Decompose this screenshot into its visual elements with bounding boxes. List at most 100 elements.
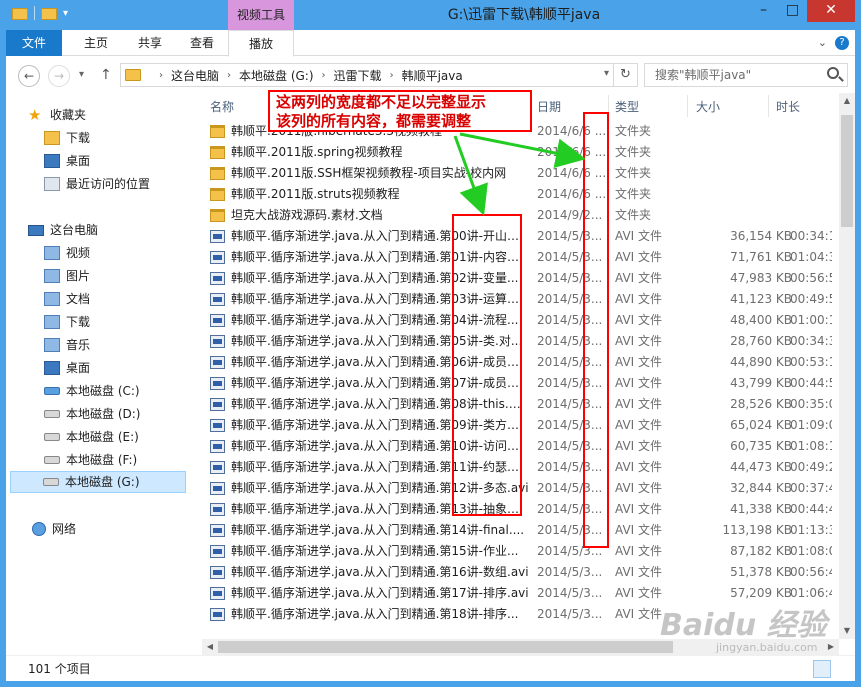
search-input[interactable]: 搜索"韩顺平java" bbox=[644, 63, 848, 87]
nav-this-pc[interactable]: 这台电脑 bbox=[28, 219, 98, 241]
nav-item-drive-g[interactable]: 本地磁盘 (G:) bbox=[10, 471, 186, 493]
breadcrumb-thunder-downloads[interactable]: 迅雷下载 bbox=[334, 67, 382, 84]
close-button[interactable]: ✕ bbox=[807, 0, 855, 22]
scroll-up-icon[interactable]: ▲ bbox=[839, 93, 855, 109]
refresh-button[interactable]: ↻ bbox=[613, 64, 637, 86]
nav-item-pictures[interactable]: 图片 bbox=[44, 265, 90, 287]
tab-home[interactable]: 主页 bbox=[70, 30, 122, 56]
breadcrumb-this-pc[interactable]: 这台电脑 bbox=[171, 67, 219, 84]
nav-item-downloads-pc[interactable]: 下载 bbox=[44, 311, 90, 333]
cell-length: 00:49:54 bbox=[790, 292, 832, 306]
chevron-right-icon[interactable]: › bbox=[159, 70, 163, 81]
nav-item-music[interactable]: 音乐 bbox=[44, 334, 90, 356]
cell-length: 00:44:53 bbox=[790, 376, 832, 390]
nav-label: 桌面 bbox=[66, 361, 91, 375]
forward-button[interactable]: → bbox=[48, 65, 70, 87]
desktop-icon bbox=[44, 154, 60, 168]
up-button[interactable]: ↑ bbox=[100, 67, 112, 83]
scroll-left-icon[interactable]: ◀ bbox=[202, 639, 218, 655]
tab-share[interactable]: 共享 bbox=[124, 30, 176, 56]
table-row[interactable]: 韩顺平.循序渐进学.java.从入门到精通.第15讲-作业... 2014/5/3… bbox=[202, 541, 832, 562]
cell-size: 48,400 KB bbox=[730, 313, 792, 327]
chevron-right-icon[interactable]: › bbox=[390, 70, 394, 81]
nav-item-drive-f[interactable]: 本地磁盘 (F:) bbox=[44, 449, 137, 471]
cell-type: AVI 文件 bbox=[615, 502, 663, 516]
table-row[interactable]: 韩顺平.2011版.struts视频教程 2014/6/6 ... 文件夹 bbox=[202, 184, 832, 205]
nav-network[interactable]: 网络 bbox=[32, 518, 76, 540]
drive-icon bbox=[44, 456, 60, 464]
drive-icon bbox=[44, 410, 60, 418]
drive-icon bbox=[44, 433, 60, 441]
ribbon-tabs: 文件 主页 共享 查看 播放 ⌄ ? bbox=[6, 30, 855, 57]
file-name: 坦克大战游戏源码.素材.文档 bbox=[231, 208, 383, 222]
navigation-pane: ★ 收藏夹 下载 桌面 最近访问的位置 这台电脑 视频 图片 文档 下载 音乐 … bbox=[6, 93, 189, 653]
folder-icon bbox=[210, 167, 225, 180]
cell-type: 文件夹 bbox=[615, 208, 652, 222]
nav-item-videos[interactable]: 视频 bbox=[44, 242, 90, 264]
maximize-button[interactable]: □ bbox=[778, 0, 807, 22]
breadcrumb-current-folder[interactable]: 韩顺平java bbox=[402, 67, 463, 84]
back-button[interactable]: ← bbox=[18, 65, 40, 87]
cell-length: 01:09:08 bbox=[790, 418, 832, 432]
expand-ribbon-icon[interactable]: ⌄ bbox=[818, 36, 827, 50]
nav-label: 本地磁盘 (D:) bbox=[66, 407, 141, 421]
cell-size: 44,890 KB bbox=[730, 355, 792, 369]
large-icons-view-icon[interactable] bbox=[833, 660, 851, 678]
minimize-button[interactable]: – bbox=[749, 0, 778, 22]
nav-item-recent-places[interactable]: 最近访问的位置 bbox=[44, 173, 150, 195]
nav-label: 本地磁盘 (C:) bbox=[66, 384, 140, 398]
cell-name: 韩顺平.循序渐进学.java.从入门到精通.第15讲-作业... bbox=[210, 541, 530, 562]
tab-view[interactable]: 查看 bbox=[176, 30, 228, 56]
table-row[interactable]: 韩顺平.循序渐进学.java.从入门到精通.第14讲-final.... 2014… bbox=[202, 520, 832, 541]
breadcrumb-drive-g[interactable]: 本地磁盘 (G:) bbox=[239, 67, 314, 84]
new-folder-icon[interactable] bbox=[41, 8, 57, 20]
tab-file[interactable]: 文件 bbox=[6, 30, 62, 56]
table-row[interactable]: 韩顺平.循序渐进学.java.从入门到精通.第16讲-数组.avi 2014/5/… bbox=[202, 562, 832, 583]
tab-play[interactable]: 播放 bbox=[228, 30, 294, 57]
chevron-right-icon[interactable]: › bbox=[227, 70, 231, 81]
nav-item-desktop[interactable]: 桌面 bbox=[44, 150, 90, 172]
nav-label: 文档 bbox=[66, 292, 91, 306]
column-divider[interactable] bbox=[768, 95, 769, 117]
cell-size: 41,338 KB bbox=[730, 502, 792, 516]
column-header-length[interactable]: 时长 bbox=[776, 93, 800, 121]
nav-item-downloads[interactable]: 下载 bbox=[44, 127, 90, 149]
nav-item-drive-d[interactable]: 本地磁盘 (D:) bbox=[44, 403, 140, 425]
cell-size: 43,799 KB bbox=[730, 376, 792, 390]
folder-icon bbox=[210, 146, 225, 159]
nav-item-drive-c[interactable]: 本地磁盘 (C:) bbox=[44, 380, 140, 402]
column-divider[interactable] bbox=[687, 95, 688, 117]
nav-item-desktop-pc[interactable]: 桌面 bbox=[44, 357, 90, 379]
quick-access-toolbar: ▾ bbox=[12, 6, 68, 20]
chevron-right-icon[interactable]: › bbox=[322, 70, 326, 81]
details-view-icon[interactable] bbox=[813, 660, 831, 678]
address-history-icon[interactable]: ▾ bbox=[604, 68, 609, 79]
column-header-size[interactable]: 大小 bbox=[696, 93, 720, 121]
nav-item-documents[interactable]: 文档 bbox=[44, 288, 90, 310]
video-file-icon bbox=[210, 587, 225, 600]
nav-favorites[interactable]: ★ 收藏夹 bbox=[28, 104, 86, 126]
file-name: 韩顺平.循序渐进学.java.从入门到精通.第15讲-作业... bbox=[231, 544, 519, 558]
customize-toolbar-icon[interactable]: ▾ bbox=[63, 8, 68, 19]
help-icon[interactable]: ? bbox=[835, 36, 849, 50]
search-icon[interactable] bbox=[827, 67, 839, 79]
address-bar[interactable]: › 这台电脑 › 本地磁盘 (G:) › 迅雷下载 › 韩顺平java ▾ ↻ bbox=[120, 63, 638, 87]
cell-name: 韩顺平.循序渐进学.java.从入门到精通.第17讲-排序.avi bbox=[210, 583, 530, 604]
column-header-type[interactable]: 类型 bbox=[615, 93, 639, 121]
scroll-down-icon[interactable]: ▼ bbox=[839, 623, 855, 639]
cell-type: AVI 文件 bbox=[615, 271, 663, 285]
nav-label: 这台电脑 bbox=[50, 223, 99, 237]
video-file-icon bbox=[210, 377, 225, 390]
scroll-thumb[interactable] bbox=[841, 115, 853, 227]
recent-locations-icon[interactable]: ▾ bbox=[79, 69, 84, 80]
folder-icon bbox=[210, 209, 225, 222]
nav-item-drive-e[interactable]: 本地磁盘 (E:) bbox=[44, 426, 139, 448]
table-row[interactable]: 韩顺平.2011版.SSH框架视频教程-项目实战-校内网 2014/6/6 ...… bbox=[202, 163, 832, 184]
column-header-name[interactable]: 名称 bbox=[210, 93, 234, 121]
video-file-icon bbox=[210, 440, 225, 453]
table-row[interactable]: 韩顺平.2011版.spring视频教程 2014/6/6 ... 文件夹 bbox=[202, 142, 832, 163]
column-header-date[interactable]: 日期 bbox=[537, 93, 561, 121]
video-file-icon bbox=[210, 608, 225, 621]
scroll-thumb[interactable] bbox=[218, 641, 673, 653]
vertical-scrollbar[interactable]: ▲ ▼ bbox=[839, 93, 855, 639]
